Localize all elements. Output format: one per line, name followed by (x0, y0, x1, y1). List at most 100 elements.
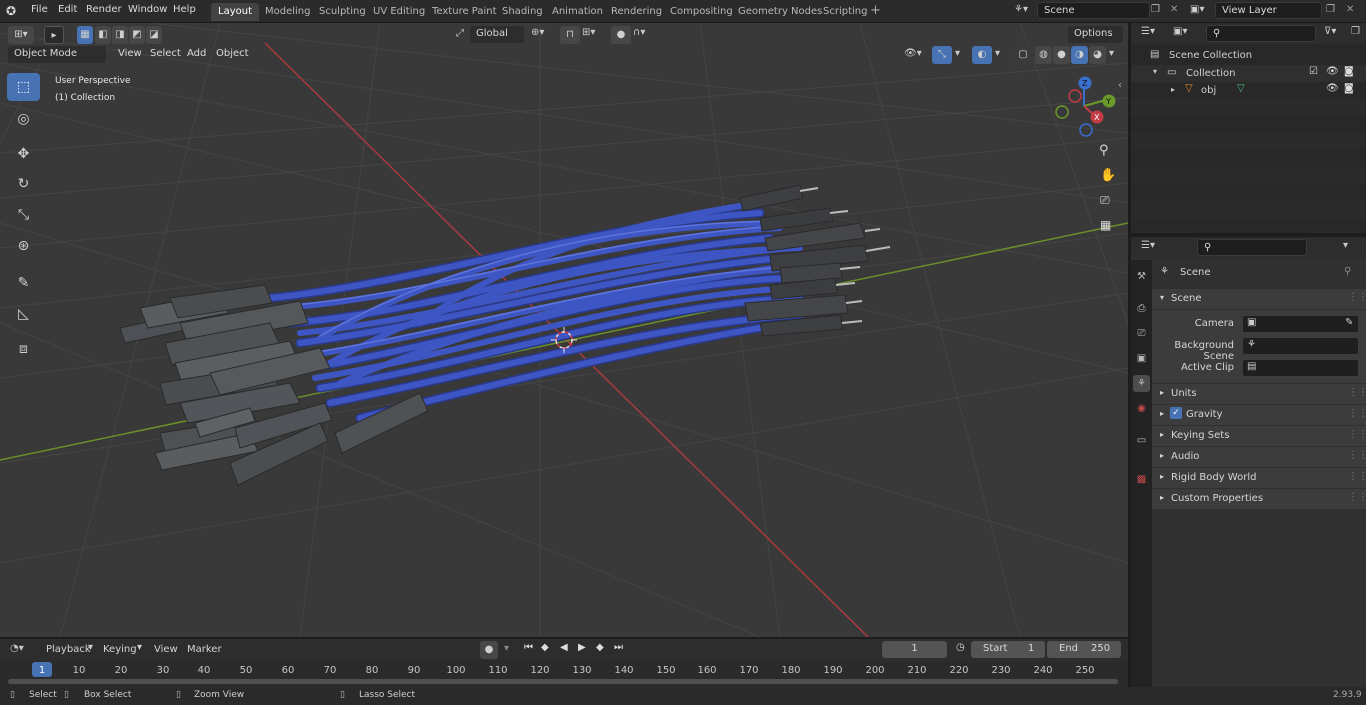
render-tab-icon[interactable]: ⎙ (1133, 300, 1150, 317)
timeline-editor-icon[interactable]: ◔▾ (10, 643, 24, 654)
menu-file[interactable]: File (31, 4, 48, 15)
camera-field[interactable]: ▣ ✎ (1242, 315, 1359, 333)
auto-keying-icon[interactable]: ● (480, 641, 498, 659)
rotate-tool-icon[interactable]: ↻ (7, 170, 40, 198)
new-scene-icon[interactable]: ❐ (1151, 4, 1160, 15)
camera-render-icon[interactable]: ◙ (1344, 66, 1354, 77)
menu-object[interactable]: Object (216, 48, 249, 59)
outliner-search-input[interactable]: ⚲ (1206, 25, 1316, 42)
panel-gravity[interactable]: ▸ ✓ Gravity ⋮⋮ (1152, 405, 1366, 426)
shading-wireframe-icon[interactable]: ◍ (1035, 46, 1052, 64)
snap-icon[interactable]: ⊓ (560, 26, 580, 44)
drag-handle-icon[interactable]: ⋮⋮ (1348, 292, 1366, 303)
blender-logo-icon[interactable]: ✪ (6, 4, 16, 18)
end-frame-field[interactable]: End 250 (1047, 641, 1121, 658)
shading-rendered-icon[interactable]: ◕ (1089, 46, 1106, 64)
mode-dropdown[interactable]: Object Mode (8, 46, 106, 63)
editor-type-icon[interactable]: ⊞▾ (8, 26, 34, 44)
navigation-gizmo[interactable]: Z Y X (1050, 74, 1120, 140)
panel-keying-sets[interactable]: ▸ Keying Sets ⋮⋮ (1152, 426, 1366, 447)
panel-custom-properties[interactable]: ▸ Custom Properties ⋮⋮ (1152, 489, 1366, 510)
falloff-icon[interactable]: ∩▾ (633, 27, 645, 38)
display-mode-icon[interactable]: ▣▾ (1173, 26, 1187, 37)
new-view-layer-icon[interactable]: ❐ (1326, 4, 1335, 15)
select-extend-icon[interactable]: ◧ (95, 26, 111, 44)
remove-view-layer-icon[interactable]: ✕ (1346, 4, 1354, 15)
eye-icon[interactable]: 👁 (1326, 66, 1339, 77)
outliner-row-obj[interactable]: ▸ ▽ obj ▽ 👁 ◙ (1131, 82, 1366, 99)
move-tool-icon[interactable]: ✥ (7, 140, 40, 168)
shading-material-icon[interactable]: ◑ (1071, 46, 1088, 64)
ortho-grid-icon[interactable]: ▦ (1100, 218, 1111, 232)
select-subtract-icon[interactable]: ◨ (112, 26, 128, 44)
active-clip-field[interactable]: ▤ (1242, 359, 1359, 377)
panel-scene-header[interactable]: ▾ Scene ⋮⋮ (1152, 289, 1366, 310)
tab-modeling[interactable]: Modeling (258, 3, 318, 21)
view-layer-field[interactable]: View Layer (1215, 2, 1322, 19)
tab-compositing[interactable]: Compositing (663, 3, 740, 21)
start-frame-field[interactable]: Start 1 (971, 641, 1045, 658)
outliner-row-scene-collection[interactable]: ▤ Scene Collection (1131, 47, 1366, 64)
pin-icon[interactable]: ⚲ (1344, 266, 1351, 277)
shading-solid-icon[interactable]: ● (1053, 46, 1070, 64)
transform-tool-icon[interactable]: ⊛ (7, 232, 40, 260)
view-layer-tab-icon[interactable]: ▣ (1133, 350, 1150, 367)
shading-dropdown-icon[interactable]: ▾ (1109, 48, 1114, 59)
filter-icon[interactable]: ⊽▾ (1324, 26, 1336, 37)
pivot-point-icon[interactable]: ⊕▾ (531, 27, 544, 38)
properties-editor-icon[interactable]: ☰▾ (1141, 240, 1155, 251)
3d-viewport[interactable] (0, 23, 1128, 637)
tab-sculpting[interactable]: Sculpting (312, 3, 373, 21)
drag-handle-icon[interactable]: ⋮⋮ (1348, 450, 1366, 461)
current-frame-field[interactable]: 1 (882, 641, 947, 658)
collapse-arrow-icon[interactable]: ▾ (1153, 67, 1157, 76)
scale-tool-icon[interactable]: ⤡ (7, 201, 40, 229)
drag-handle-icon[interactable]: ⋮⋮ (1348, 471, 1366, 482)
menu-edit[interactable]: Edit (58, 4, 77, 15)
play-reverse-icon[interactable]: ◀ (560, 642, 568, 653)
output-tab-icon[interactable]: ⎚ (1133, 325, 1150, 342)
menu-view[interactable]: View (118, 48, 142, 59)
eyedropper-icon[interactable]: ✎ (1345, 317, 1353, 328)
preview-range-icon[interactable]: ◷ (956, 642, 965, 653)
options-button[interactable]: Options (1068, 26, 1123, 43)
tab-animation[interactable]: Animation (545, 3, 610, 21)
select-box-tool-icon[interactable]: ⬚ (7, 73, 40, 101)
remove-scene-icon[interactable]: ✕ (1170, 4, 1178, 15)
tab-scripting[interactable]: Scripting (816, 3, 874, 21)
gravity-checkbox[interactable]: ✓ (1170, 407, 1182, 419)
camera-render-icon[interactable]: ◙ (1344, 83, 1354, 94)
eye-icon[interactable]: 👁 (1326, 83, 1339, 94)
snap-target-icon[interactable]: ⊞▾ (582, 27, 595, 38)
panel-rigid-body-world[interactable]: ▸ Rigid Body World ⋮⋮ (1152, 468, 1366, 489)
orientation-dropdown[interactable]: Global (470, 26, 524, 43)
properties-search-input[interactable]: ⚲ (1197, 239, 1307, 256)
prev-keyframe-icon[interactable]: ◆ (541, 642, 549, 653)
menu-playback[interactable]: Playback (46, 644, 91, 655)
playback-dropdown-icon[interactable]: ▾ (88, 642, 93, 653)
visibility-icon[interactable]: 👁▾ (904, 48, 922, 59)
timeline-scrollbar[interactable] (8, 679, 1118, 684)
panel-audio[interactable]: ▸ Audio ⋮⋮ (1152, 447, 1366, 468)
menu-render[interactable]: Render (86, 4, 122, 15)
scene-selector-icon[interactable]: ⚘▾ (1014, 4, 1028, 15)
outliner-editor-icon[interactable]: ☰▾ (1141, 26, 1155, 37)
tool-tab-icon[interactable]: ⚒ (1133, 268, 1150, 285)
xray-icon[interactable]: ▢ (1013, 46, 1033, 64)
tab-shading[interactable]: Shading (495, 3, 550, 21)
exclude-checkbox[interactable]: ☑ (1309, 66, 1318, 77)
select-intersect-icon[interactable]: ◪ (146, 26, 162, 44)
cursor-tool-icon[interactable]: ◎ (7, 105, 40, 133)
drag-handle-icon[interactable]: ⋮⋮ (1348, 492, 1366, 503)
tab-uv-editing[interactable]: UV Editing (366, 3, 432, 21)
overlays-dropdown-icon[interactable]: ▾ (995, 48, 1000, 59)
play-icon[interactable]: ▶ (578, 642, 586, 653)
menu-timeline-view[interactable]: View (154, 644, 178, 655)
expand-arrow-icon[interactable]: ▸ (1171, 85, 1175, 94)
properties-options-icon[interactable]: ▾ (1343, 240, 1348, 251)
background-scene-field[interactable]: ⚘ (1242, 337, 1359, 355)
tab-rendering[interactable]: Rendering (604, 3, 669, 21)
pan-hand-icon[interactable]: ✋ (1100, 168, 1116, 183)
menu-marker[interactable]: Marker (187, 644, 222, 655)
sidebar-toggle-icon[interactable]: ‹ (1118, 80, 1122, 91)
